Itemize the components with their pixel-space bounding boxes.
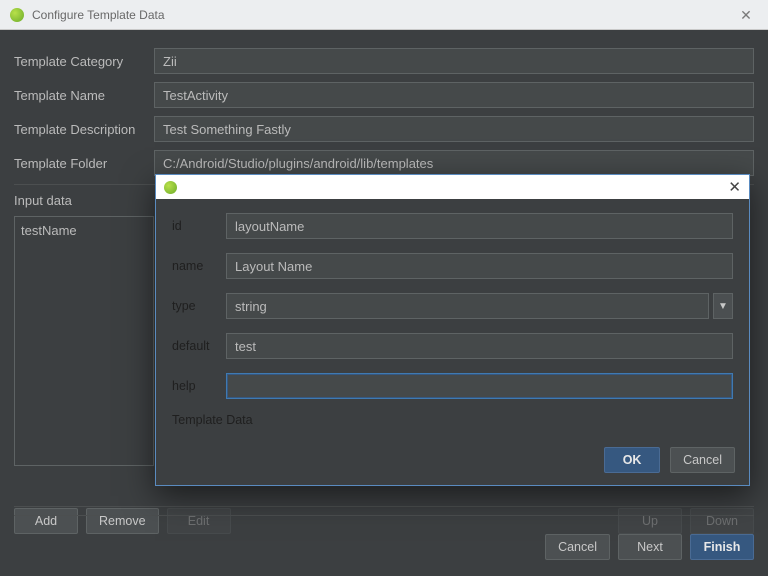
row-name: name [172, 253, 733, 279]
input-data-left: Input data testName [14, 193, 154, 466]
label-type: type [172, 299, 226, 313]
label-id: id [172, 219, 226, 233]
footer-buttons: Cancel Next Finish [14, 524, 754, 566]
row-help: help [172, 373, 733, 399]
input-template-name[interactable] [154, 82, 754, 108]
template-data-dialog: ✕ id name type ▼ default help Template D… [155, 174, 750, 486]
input-template-category[interactable] [154, 48, 754, 74]
input-name[interactable] [226, 253, 733, 279]
row-id: id [172, 213, 733, 239]
separator [14, 506, 754, 507]
row-description: Template Description [14, 116, 754, 142]
app-icon [10, 8, 24, 22]
dialog-caption: Template Data [172, 413, 733, 435]
chevron-down-icon[interactable]: ▼ [713, 293, 733, 319]
cancel-button[interactable]: Cancel [670, 447, 735, 473]
label-template-name: Template Name [14, 88, 154, 103]
label-template-category: Template Category [14, 54, 154, 69]
row-folder: Template Folder [14, 150, 754, 176]
separator [14, 515, 754, 516]
finish-button[interactable]: Finish [690, 534, 754, 560]
row-category: Template Category [14, 48, 754, 74]
label-default: default [172, 339, 226, 353]
row-name: Template Name [14, 82, 754, 108]
next-button[interactable]: Next [618, 534, 682, 560]
cancel-button[interactable]: Cancel [545, 534, 610, 560]
input-id[interactable] [226, 213, 733, 239]
app-icon [164, 181, 177, 194]
select-type-value[interactable] [226, 293, 709, 319]
close-icon[interactable]: ✕ [728, 180, 741, 195]
label-input-data: Input data [14, 193, 154, 208]
list-item[interactable]: testName [21, 221, 147, 240]
ok-button[interactable]: OK [604, 447, 660, 473]
input-data-list[interactable]: testName [14, 216, 154, 466]
titlebar: Configure Template Data ✕ [0, 0, 768, 30]
label-help: help [172, 379, 226, 393]
dialog-footer: OK Cancel [156, 439, 749, 485]
input-help[interactable] [226, 373, 733, 399]
select-type[interactable]: ▼ [226, 293, 733, 319]
input-default[interactable] [226, 333, 733, 359]
window-title: Configure Template Data [32, 8, 734, 22]
row-default: default [172, 333, 733, 359]
label-template-description: Template Description [14, 122, 154, 137]
row-type: type ▼ [172, 293, 733, 319]
label-name: name [172, 259, 226, 273]
input-template-folder[interactable] [154, 150, 754, 176]
input-template-description[interactable] [154, 116, 754, 142]
dialog-titlebar: ✕ [156, 175, 749, 199]
label-template-folder: Template Folder [14, 156, 154, 171]
dialog-body: id name type ▼ default help Template Dat… [156, 199, 749, 439]
close-icon[interactable]: ✕ [734, 8, 758, 22]
